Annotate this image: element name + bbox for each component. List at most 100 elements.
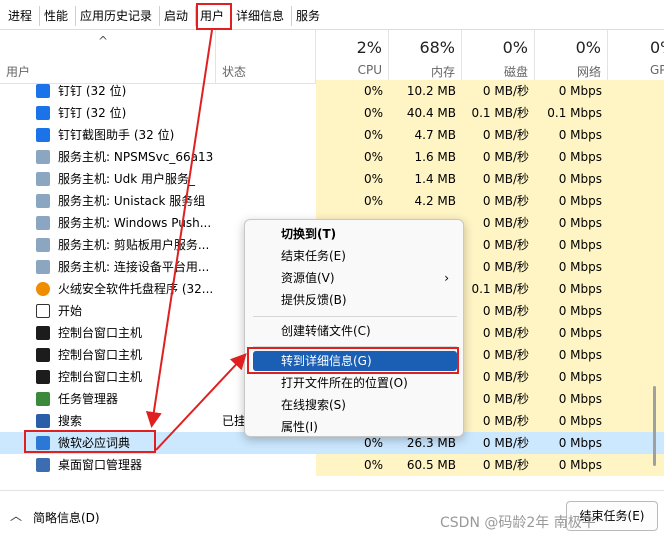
search-icon (36, 414, 50, 428)
table-row[interactable]: 钉钉截图助手 (32 位) 0% 4.7 MB 0 MB/秒 0 Mbps (0, 124, 664, 146)
process-disk: 0 MB/秒 (462, 410, 535, 432)
tab-startup[interactable]: 启动 (160, 6, 196, 26)
table-row[interactable]: 钉钉 (32 位) 0% 10.2 MB 0 MB/秒 0 Mbps (0, 80, 664, 102)
process-network: 0 Mbps (535, 432, 608, 454)
process-cpu: 0% (316, 146, 389, 168)
table-row[interactable]: 服务主机: Udk 用户服务_ 0% 1.4 MB 0 MB/秒 0 Mbps (0, 168, 664, 190)
sort-up-icon: ^ (98, 34, 109, 48)
chevron-up-icon[interactable]: ︿ (10, 507, 22, 524)
process-network: 0 Mbps (535, 410, 608, 432)
gpu-label: GP (650, 63, 664, 77)
process-name: 开始 (58, 304, 83, 318)
process-status (222, 102, 312, 124)
fewer-details-link[interactable]: 简略信息(D) (33, 509, 100, 526)
process-disk: 0 MB/秒 (462, 190, 535, 212)
gpu-total: 0% (650, 38, 664, 57)
header-network[interactable]: 0% 网络 (535, 30, 608, 84)
process-cpu: 0% (316, 102, 389, 124)
header-cpu[interactable]: 2% CPU (316, 30, 389, 84)
tab-bar: 进程 性能 应用历史记录 启动 用户 详细信息 服务 (0, 0, 664, 30)
menu-separator (253, 316, 457, 317)
process-disk: 0 MB/秒 (462, 300, 535, 322)
process-name: 钉钉截图助手 (32 位) (58, 128, 175, 142)
header-memory[interactable]: 68% 内存 (389, 30, 462, 84)
process-name: 任务管理器 (58, 392, 119, 406)
chevron-right-icon: › (444, 271, 449, 285)
process-disk: 0 MB/秒 (462, 168, 535, 190)
cpu-total: 2% (356, 38, 382, 57)
tab-services[interactable]: 服务 (292, 6, 328, 26)
process-name: 桌面窗口管理器 (58, 458, 143, 472)
process-name: 服务主机: Udk 用户服务_ (58, 172, 196, 186)
huorong-icon (36, 282, 50, 296)
disk-label: 磁盘 (503, 65, 528, 79)
process-network: 0 Mbps (535, 146, 608, 168)
process-network: 0 Mbps (535, 278, 608, 300)
menu-create-dump[interactable]: 创建转储文件(C) (253, 321, 457, 341)
process-disk: 0 MB/秒 (462, 432, 535, 454)
dingtalk-icon (36, 106, 50, 120)
process-cpu: 0% (316, 80, 389, 102)
menu-search-online[interactable]: 在线搜索(S) (253, 395, 457, 415)
service-host-icon (36, 238, 50, 252)
process-name: 火绒安全软件托盘程序 (32... (58, 282, 214, 296)
process-disk: 0 MB/秒 (462, 366, 535, 388)
process-disk: 0 MB/秒 (462, 80, 535, 102)
network-total: 0% (575, 38, 601, 57)
process-memory: 40.4 MB (389, 102, 462, 124)
process-cpu: 0% (316, 168, 389, 190)
console-icon (36, 326, 50, 340)
process-network: 0 Mbps (535, 168, 608, 190)
process-network: 0 Mbps (535, 124, 608, 146)
process-network: 0.1 Mbps (535, 102, 608, 124)
process-disk: 0 MB/秒 (462, 322, 535, 344)
service-host-icon (36, 172, 50, 186)
menu-feedback[interactable]: 提供反馈(B) (253, 290, 457, 310)
process-disk: 0 MB/秒 (462, 212, 535, 234)
console-icon (36, 370, 50, 384)
process-network: 0 Mbps (535, 190, 608, 212)
network-label: 网络 (576, 65, 601, 79)
process-network: 0 Mbps (535, 80, 608, 102)
tab-app-history[interactable]: 应用历史记录 (76, 6, 160, 26)
vertical-scrollbar[interactable] (652, 86, 658, 474)
process-network: 0 Mbps (535, 388, 608, 410)
menu-go-to-details[interactable]: 转到详细信息(G) (253, 351, 457, 371)
memory-label: 内存 (430, 65, 455, 79)
process-name: 控制台窗口主机 (58, 348, 143, 362)
process-disk: 0 MB/秒 (462, 388, 535, 410)
service-host-icon (36, 194, 50, 208)
process-network: 0 Mbps (535, 234, 608, 256)
process-network: 0 Mbps (535, 454, 608, 476)
scrollbar-thumb[interactable] (653, 386, 656, 466)
menu-resource-values-label: 资源值(V) (281, 271, 335, 285)
task-manager-icon (36, 392, 50, 406)
process-cpu: 0% (316, 190, 389, 212)
process-network: 0 Mbps (535, 344, 608, 366)
header-name[interactable]: ^ 用户 (0, 30, 216, 84)
menu-resource-values[interactable]: 资源值(V) › (253, 268, 457, 288)
menu-properties[interactable]: 属性(I) (253, 417, 457, 437)
table-row[interactable]: 桌面窗口管理器 0% 60.5 MB 0 MB/秒 0 Mbps (0, 454, 664, 476)
table-row[interactable]: 钉钉 (32 位) 0% 40.4 MB 0.1 MB/秒 0.1 Mbps (0, 102, 664, 124)
menu-end-task[interactable]: 结束任务(E) (253, 246, 457, 266)
process-network: 0 Mbps (535, 300, 608, 322)
process-status (222, 80, 312, 102)
process-name: 服务主机: 剪贴板用户服务... (58, 238, 210, 252)
tab-users[interactable]: 用户 (196, 6, 232, 26)
table-row[interactable]: 服务主机: NPSMSvc_66a13 0% 1.6 MB 0 MB/秒 0 Mbps (0, 146, 664, 168)
header-disk[interactable]: 0% 磁盘 (462, 30, 535, 84)
disk-total: 0% (502, 38, 528, 57)
process-disk: 0 MB/秒 (462, 124, 535, 146)
menu-switch-to[interactable]: 切换到(T) (253, 224, 457, 244)
tab-performance[interactable]: 性能 (40, 6, 76, 26)
header-status[interactable]: 状态 (216, 30, 316, 84)
dingtalk-icon (36, 84, 50, 98)
header-gpu[interactable]: 0% GP (608, 30, 664, 84)
menu-open-file-location[interactable]: 打开文件所在的位置(O) (253, 373, 457, 393)
cpu-label: CPU (357, 63, 382, 77)
desktop-window-manager-icon (36, 458, 50, 472)
tab-details[interactable]: 详细信息 (232, 6, 292, 26)
table-row[interactable]: 服务主机: Unistack 服务组 0% 4.2 MB 0 MB/秒 0 Mbps (0, 190, 664, 212)
tab-processes[interactable]: 进程 (4, 6, 40, 26)
